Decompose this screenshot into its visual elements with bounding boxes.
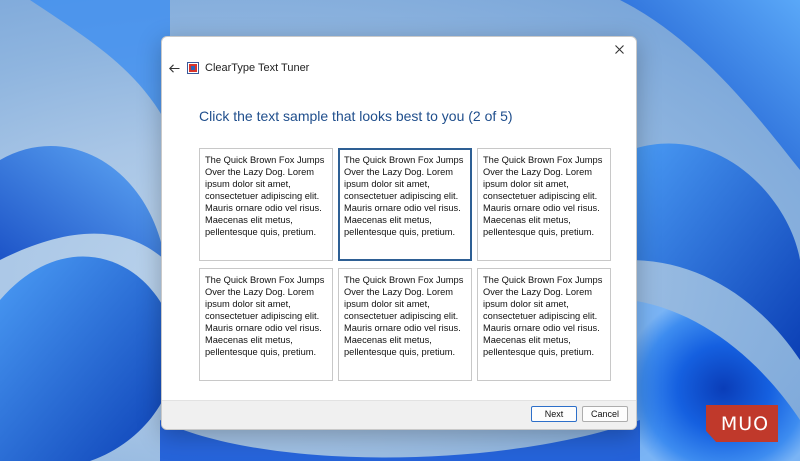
sample-text: The Quick Brown Fox Jumps Over the Lazy … (205, 275, 325, 357)
close-icon (614, 44, 624, 54)
cleartype-icon (187, 62, 199, 74)
sample-text: The Quick Brown Fox Jumps Over the Lazy … (205, 155, 325, 237)
sample-text: The Quick Brown Fox Jumps Over the Lazy … (344, 275, 464, 357)
text-sample-3[interactable]: The Quick Brown Fox Jumps Over the Lazy … (477, 148, 611, 261)
instruction-heading: Click the text sample that looks best to… (199, 108, 513, 124)
text-sample-grid: The Quick Brown Fox Jumps Over the Lazy … (199, 148, 613, 381)
text-sample-6[interactable]: The Quick Brown Fox Jumps Over the Lazy … (477, 268, 611, 381)
sample-text: The Quick Brown Fox Jumps Over the Lazy … (344, 155, 464, 237)
desktop: ClearType Text Tuner Click the text samp… (0, 0, 800, 461)
logo-text: MUO (720, 412, 770, 435)
text-sample-2[interactable]: The Quick Brown Fox Jumps Over the Lazy … (338, 148, 472, 261)
text-sample-1[interactable]: The Quick Brown Fox Jumps Over the Lazy … (199, 148, 333, 261)
close-button[interactable] (608, 40, 630, 58)
text-sample-5[interactable]: The Quick Brown Fox Jumps Over the Lazy … (338, 268, 472, 381)
back-arrow-icon (168, 63, 179, 73)
window-title: ClearType Text Tuner (205, 62, 310, 74)
dialog-footer: Next Cancel (162, 400, 636, 429)
title-bar: ClearType Text Tuner (162, 59, 309, 77)
back-button[interactable] (165, 59, 183, 77)
text-sample-4[interactable]: The Quick Brown Fox Jumps Over the Lazy … (199, 268, 333, 381)
muo-logo: MUO (706, 405, 778, 442)
cancel-button[interactable]: Cancel (582, 406, 628, 422)
sample-text: The Quick Brown Fox Jumps Over the Lazy … (483, 155, 603, 237)
cleartype-dialog: ClearType Text Tuner Click the text samp… (161, 36, 637, 430)
sample-text: The Quick Brown Fox Jumps Over the Lazy … (483, 275, 603, 357)
next-button[interactable]: Next (531, 406, 577, 422)
